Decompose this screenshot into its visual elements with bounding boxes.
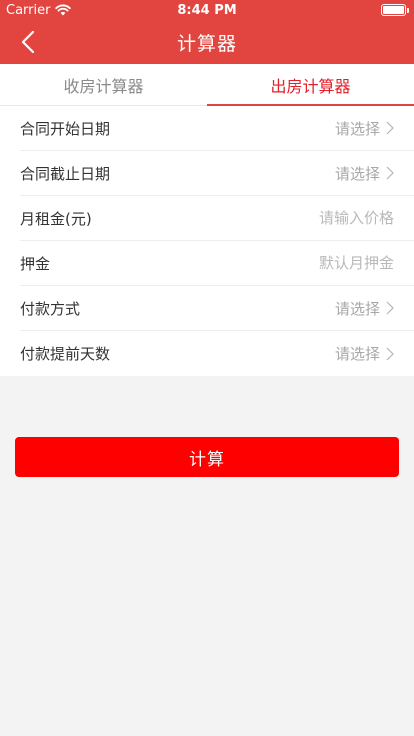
monthly-rent-label: 月租金(元) <box>20 209 92 228</box>
battery-icon <box>381 4 409 16</box>
payment-method-picker[interactable]: 请选择 <box>335 298 394 319</box>
monthly-rent-input[interactable] <box>244 209 394 227</box>
calculate-button[interactable]: 计算 <box>15 437 399 477</box>
chevron-left-icon <box>21 30 35 54</box>
back-button[interactable] <box>14 28 42 56</box>
end-date-row[interactable]: 合同截止日期 请选择 <box>20 151 414 196</box>
deposit-input[interactable] <box>244 254 394 272</box>
end-date-picker[interactable]: 请选择 <box>335 163 394 184</box>
end-date-label: 合同截止日期 <box>20 164 111 183</box>
monthly-rent-row: 月租金(元) <box>20 196 414 241</box>
advance-days-row[interactable]: 付款提前天数 请选择 <box>20 331 414 376</box>
status-time: 8:44 PM <box>177 3 237 18</box>
start-date-picker[interactable]: 请选择 <box>335 118 394 139</box>
battery-fill <box>383 6 404 14</box>
advance-days-picker[interactable]: 请选择 <box>335 343 394 364</box>
nav-bar: 计算器 <box>0 20 414 64</box>
start-date-row[interactable]: 合同开始日期 请选择 <box>20 106 414 151</box>
calculator-form: 合同开始日期 请选择 合同截止日期 请选择 月租金(元) 押金 付款方式 请选择 <box>0 106 414 376</box>
page-title: 计算器 <box>176 32 237 55</box>
payment-method-row[interactable]: 付款方式 请选择 <box>20 286 414 331</box>
advance-days-label: 付款提前天数 <box>20 345 111 363</box>
chevron-right-icon <box>386 347 394 360</box>
chevron-right-icon <box>386 166 394 180</box>
app-header: Carrier 8:44 PM 计算器 <box>0 0 414 64</box>
chevron-right-icon <box>386 121 394 135</box>
tab-rent-out-calculator[interactable]: 出房计算器 <box>207 64 414 106</box>
end-date-value: 请选择 <box>334 164 380 183</box>
tab-receive-calculator[interactable]: 收房计算器 <box>0 64 207 105</box>
payment-method-value: 请选择 <box>334 299 380 318</box>
deposit-label: 押金 <box>20 254 51 273</box>
deposit-row: 押金 <box>20 241 414 286</box>
calculator-tabs: 收房计算器 出房计算器 <box>0 64 414 106</box>
chevron-right-icon <box>386 301 394 315</box>
start-date-value: 请选择 <box>334 119 380 138</box>
start-date-label: 合同开始日期 <box>20 119 111 138</box>
status-bar: Carrier 8:44 PM <box>0 0 414 20</box>
payment-method-label: 付款方式 <box>20 299 81 318</box>
advance-days-value: 请选择 <box>334 345 380 363</box>
